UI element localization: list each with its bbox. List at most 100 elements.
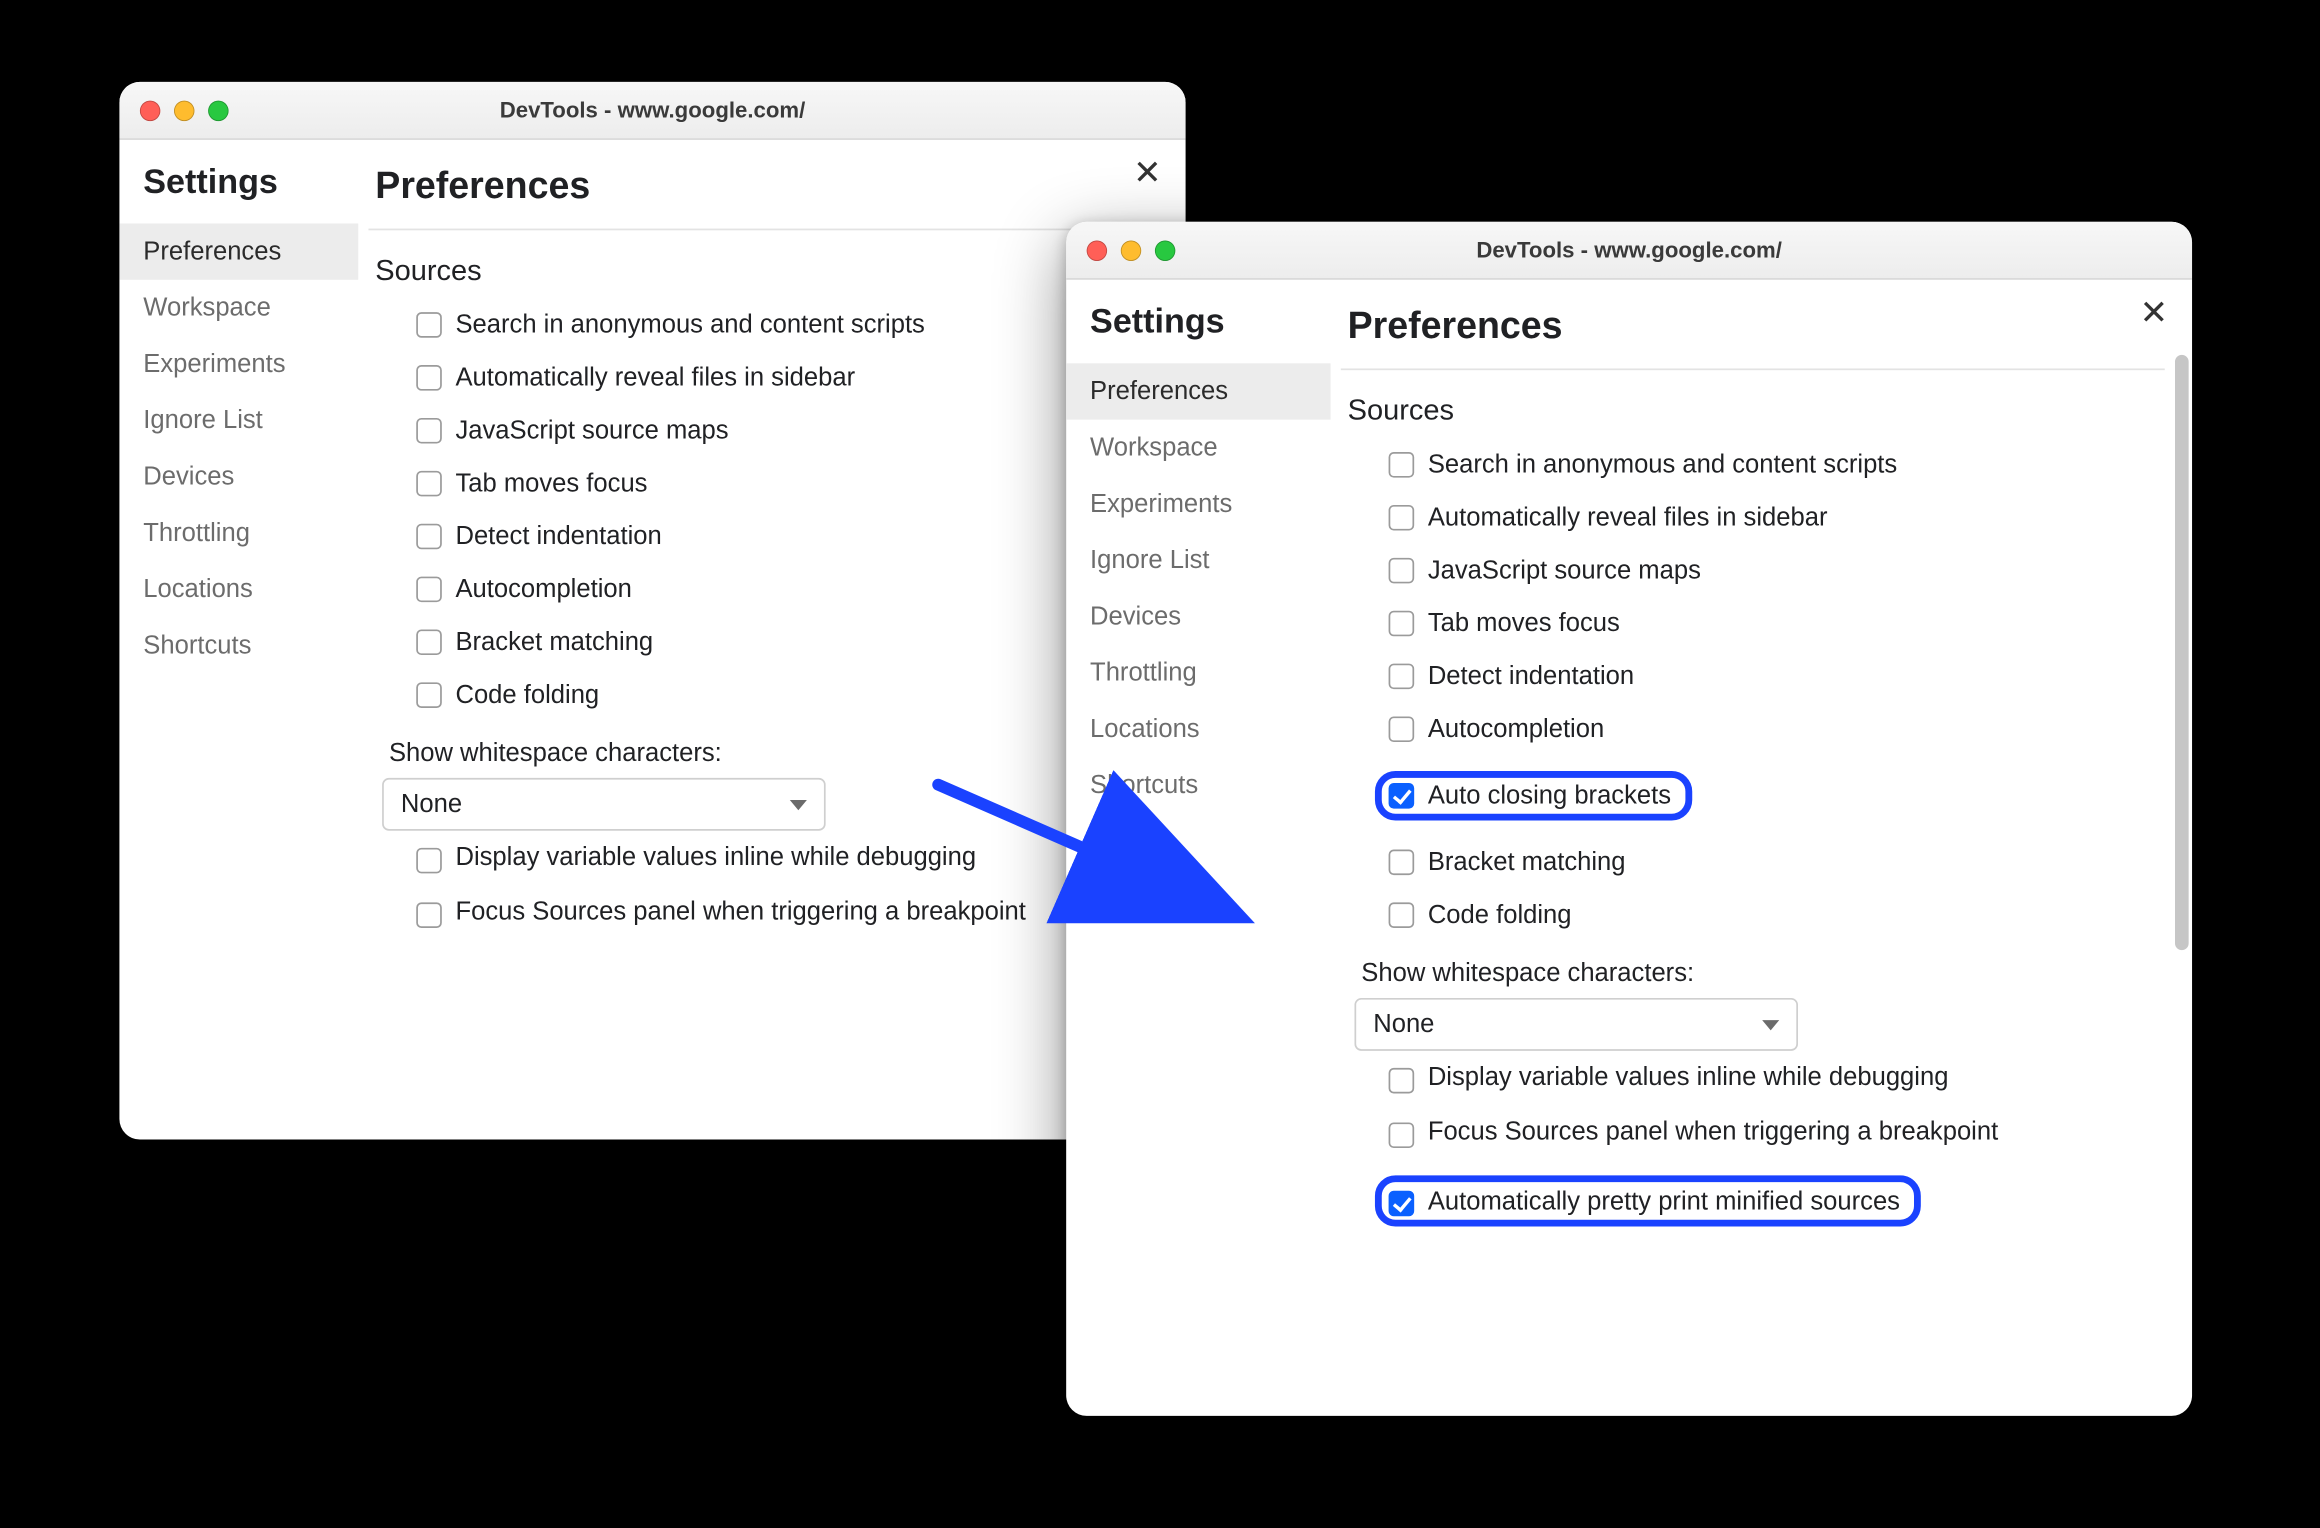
option-row[interactable]: JavaScript source maps bbox=[1389, 544, 2165, 597]
checkbox-focus-sources-panel-when-triggering-a-breakpoint[interactable] bbox=[1389, 1122, 1415, 1148]
option-row[interactable]: Detect indentation bbox=[416, 510, 1158, 563]
whitespace-label: Show whitespace characters: bbox=[1354, 942, 2164, 998]
sidebar-item-experiments[interactable]: Experiments bbox=[1066, 476, 1330, 532]
option-row[interactable]: Focus Sources panel when triggering a br… bbox=[1389, 1105, 2165, 1160]
scrollbar[interactable] bbox=[2175, 355, 2189, 1348]
checkbox-autocompletion[interactable] bbox=[416, 577, 442, 603]
sidebar-title: Settings bbox=[1066, 304, 1330, 364]
option-row[interactable]: Bracket matching bbox=[416, 616, 1158, 669]
checkbox-tab-moves-focus[interactable] bbox=[416, 471, 442, 497]
option-label: JavaScript source maps bbox=[455, 416, 728, 445]
option-label: Bracket matching bbox=[455, 628, 653, 657]
select-value: None bbox=[401, 790, 462, 819]
option-label: Search in anonymous and content scripts bbox=[1428, 450, 1897, 479]
checkbox-automatically-reveal-files-in-sidebar[interactable] bbox=[1389, 505, 1415, 531]
option-row[interactable]: Tab moves focus bbox=[416, 457, 1158, 510]
sidebar-item-workspace[interactable]: Workspace bbox=[1066, 420, 1330, 476]
checkbox-search-in-anonymous-and-content-scripts[interactable] bbox=[416, 312, 442, 338]
sidebar-item-ignore-list[interactable]: Ignore List bbox=[119, 392, 358, 448]
sidebar-item-label: Workspace bbox=[1090, 433, 1218, 462]
checkbox-focus-sources-panel-when-triggering-a-breakpoint[interactable] bbox=[416, 902, 442, 928]
sidebar-item-label: Devices bbox=[1090, 602, 1181, 631]
sidebar-item-throttling[interactable]: Throttling bbox=[119, 505, 358, 561]
option-label: Display variable values inline while deb… bbox=[455, 843, 976, 872]
zoom-window-button[interactable] bbox=[1155, 240, 1175, 260]
sidebar-item-preferences[interactable]: Preferences bbox=[119, 223, 358, 279]
sidebar-item-locations[interactable]: Locations bbox=[1066, 701, 1330, 757]
whitespace-select[interactable]: None bbox=[382, 778, 826, 831]
sidebar-item-experiments[interactable]: Experiments bbox=[119, 336, 358, 392]
checkbox-bracket-matching[interactable] bbox=[416, 629, 442, 655]
option-row[interactable]: JavaScript source maps bbox=[416, 404, 1158, 457]
checkbox-display-variable-values-inline-while-debugging[interactable] bbox=[1389, 1068, 1415, 1094]
sidebar-item-preferences[interactable]: Preferences bbox=[1066, 363, 1330, 419]
option-row[interactable]: Search in anonymous and content scripts bbox=[416, 299, 1158, 352]
close-window-button[interactable] bbox=[140, 100, 160, 120]
option-row[interactable]: Autocompletion bbox=[1389, 703, 2165, 756]
titlebar[interactable]: DevTools - www.google.com/ bbox=[1066, 222, 2192, 280]
traffic-lights[interactable] bbox=[140, 100, 229, 120]
sidebar-item-devices[interactable]: Devices bbox=[119, 449, 358, 505]
sidebar-item-label: Workspace bbox=[143, 293, 271, 322]
checkbox-detect-indentation[interactable] bbox=[416, 524, 442, 550]
sidebar-item-ignore-list[interactable]: Ignore List bbox=[1066, 532, 1330, 588]
sidebar-item-label: Preferences bbox=[1090, 377, 1228, 406]
checkbox-code-folding[interactable] bbox=[1389, 902, 1415, 928]
checkbox-search-in-anonymous-and-content-scripts[interactable] bbox=[1389, 452, 1415, 478]
checkbox-tab-moves-focus[interactable] bbox=[1389, 611, 1415, 637]
checkbox-detect-indentation[interactable] bbox=[1389, 664, 1415, 690]
sidebar-item-label: Preferences bbox=[143, 237, 281, 266]
sidebar-item-label: Ignore List bbox=[143, 406, 262, 435]
option-row[interactable]: Bracket matching bbox=[1389, 836, 2165, 889]
sidebar-item-label: Shortcuts bbox=[1090, 771, 1198, 800]
scrollbar-thumb[interactable] bbox=[2175, 355, 2189, 951]
checkbox-autocompletion[interactable] bbox=[1389, 716, 1415, 742]
zoom-window-button[interactable] bbox=[208, 100, 228, 120]
checkbox-automatically-pretty-print-minified-sources[interactable] bbox=[1389, 1191, 1415, 1217]
option-row[interactable]: Code folding bbox=[1389, 889, 2165, 942]
option-label: Tab moves focus bbox=[1428, 609, 1620, 638]
traffic-lights[interactable] bbox=[1087, 240, 1176, 260]
window-before: DevTools - www.google.com/ ✕ Settings Pr… bbox=[119, 82, 1185, 1140]
checkbox-auto-closing-brackets[interactable] bbox=[1389, 783, 1415, 809]
checkbox-javascript-source-maps[interactable] bbox=[416, 418, 442, 444]
chevron-down-icon bbox=[1762, 1019, 1779, 1029]
preferences-panel: Preferences Sources Search in anonymous … bbox=[358, 140, 1185, 1140]
sidebar-item-workspace[interactable]: Workspace bbox=[119, 280, 358, 336]
sidebar-item-locations[interactable]: Locations bbox=[119, 561, 358, 617]
checkbox-code-folding[interactable] bbox=[416, 682, 442, 708]
option-row[interactable]: Display variable values inline while deb… bbox=[416, 831, 1158, 886]
checkbox-automatically-reveal-files-in-sidebar[interactable] bbox=[416, 365, 442, 391]
whitespace-select[interactable]: None bbox=[1354, 998, 1798, 1051]
checkbox-javascript-source-maps[interactable] bbox=[1389, 558, 1415, 584]
option-row[interactable]: Automatically pretty print minified sour… bbox=[1389, 1160, 2165, 1242]
sidebar-item-devices[interactable]: Devices bbox=[1066, 589, 1330, 645]
sidebar-item-label: Shortcuts bbox=[143, 631, 251, 660]
sidebar-item-throttling[interactable]: Throttling bbox=[1066, 645, 1330, 701]
option-row[interactable]: Display variable values inline while deb… bbox=[1389, 1051, 2165, 1106]
minimize-window-button[interactable] bbox=[1121, 240, 1141, 260]
page-title: Preferences bbox=[1341, 304, 2165, 371]
sidebar-item-shortcuts[interactable]: Shortcuts bbox=[1066, 757, 1330, 813]
option-row[interactable]: Tab moves focus bbox=[1389, 597, 2165, 650]
sidebar-title: Settings bbox=[119, 164, 358, 224]
option-label: Focus Sources panel when triggering a br… bbox=[1428, 1117, 1998, 1146]
option-row[interactable]: Automatically reveal files in sidebar bbox=[1389, 491, 2165, 544]
sidebar-item-label: Ignore List bbox=[1090, 546, 1209, 575]
option-label: Search in anonymous and content scripts bbox=[455, 310, 924, 339]
chevron-down-icon bbox=[790, 799, 807, 809]
option-row[interactable]: Search in anonymous and content scripts bbox=[1389, 438, 2165, 491]
titlebar[interactable]: DevTools - www.google.com/ bbox=[119, 82, 1185, 140]
option-row[interactable]: Code folding bbox=[416, 669, 1158, 722]
sidebar-item-shortcuts[interactable]: Shortcuts bbox=[119, 618, 358, 674]
checkbox-display-variable-values-inline-while-debugging[interactable] bbox=[416, 848, 442, 874]
option-row[interactable]: Detect indentation bbox=[1389, 650, 2165, 703]
option-row[interactable]: Autocompletion bbox=[416, 563, 1158, 616]
option-row[interactable]: Auto closing brackets bbox=[1389, 756, 2165, 836]
close-window-button[interactable] bbox=[1087, 240, 1107, 260]
checkbox-bracket-matching[interactable] bbox=[1389, 850, 1415, 876]
window-title: DevTools - www.google.com/ bbox=[119, 97, 1185, 123]
option-row[interactable]: Automatically reveal files in sidebar bbox=[416, 351, 1158, 404]
minimize-window-button[interactable] bbox=[174, 100, 194, 120]
option-row[interactable]: Focus Sources panel when triggering a br… bbox=[416, 885, 1158, 940]
